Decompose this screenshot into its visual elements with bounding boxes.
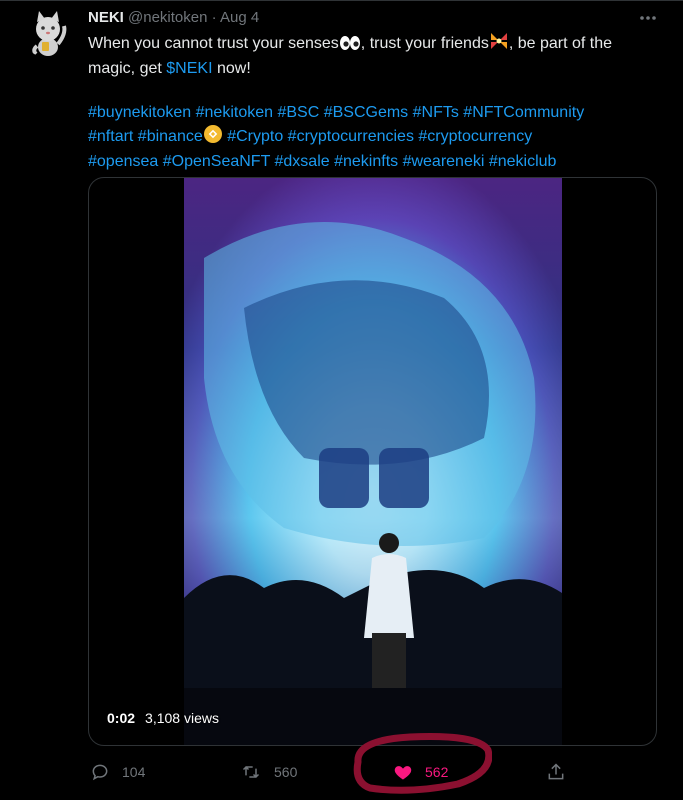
video-meta: 0:02 3,108 views: [107, 710, 219, 726]
annotation-circle: [353, 733, 492, 794]
tweet-text: When you cannot trust your senses , trust…: [88, 31, 658, 173]
binance-icon: [203, 124, 223, 151]
video-views: 3,108 views: [145, 710, 219, 726]
hashtag-line[interactable]: #buynekitoken #nekitoken #BSC #BSCGems #…: [88, 104, 584, 121]
avatar[interactable]: [22, 6, 74, 58]
video-player[interactable]: 0:02 3,108 views: [88, 177, 657, 746]
reply-button[interactable]: 104: [90, 758, 145, 786]
tweet-body: When you cannot trust your senses , trust…: [88, 31, 658, 80]
retweet-icon: [242, 765, 260, 779]
sparkle-emoji-icon: [489, 31, 509, 58]
reply-count: 104: [122, 764, 146, 780]
reply-icon: [92, 764, 108, 781]
tweet-actions: 104 560 562: [88, 758, 568, 786]
hashtag-line[interactable]: #Crypto #cryptocurrencies #cryptocurrenc…: [223, 128, 532, 145]
user-handle[interactable]: @nekitoken: [128, 9, 207, 26]
hashtag-line[interactable]: #nftart #binance: [88, 128, 203, 145]
hashtags[interactable]: #buynekitoken #nekitoken #BSC #BSCGems #…: [88, 102, 658, 173]
display-name[interactable]: NEKI: [88, 9, 124, 26]
share-button[interactable]: [546, 758, 566, 786]
tweet-header: NEKI @nekitoken · Aug 4: [88, 8, 643, 28]
video-timestamp: 0:02: [107, 710, 136, 726]
retweet-button[interactable]: 560: [240, 758, 297, 786]
tweet-date[interactable]: Aug 4: [220, 9, 259, 26]
top-divider: [0, 0, 683, 1]
separator-dot: ·: [211, 9, 217, 26]
cat-avatar-icon: [32, 11, 67, 56]
tweet-text-part: When you cannot trust your senses: [88, 35, 339, 52]
more-icon: [640, 16, 656, 20]
cashtag-link[interactable]: $NEKI: [166, 60, 212, 77]
tweet-text-part: , trust your friends: [360, 35, 489, 52]
hashtag-line[interactable]: #opensea #OpenSeaNFT #dxsale #nekinfts #…: [88, 153, 556, 170]
video-frame[interactable]: [184, 178, 562, 745]
eyes-emoji-icon: [339, 35, 361, 58]
more-button[interactable]: [634, 6, 662, 30]
share-icon: [548, 763, 564, 780]
tweet-text-part: now!: [212, 60, 251, 77]
retweet-count: 560: [274, 764, 298, 780]
